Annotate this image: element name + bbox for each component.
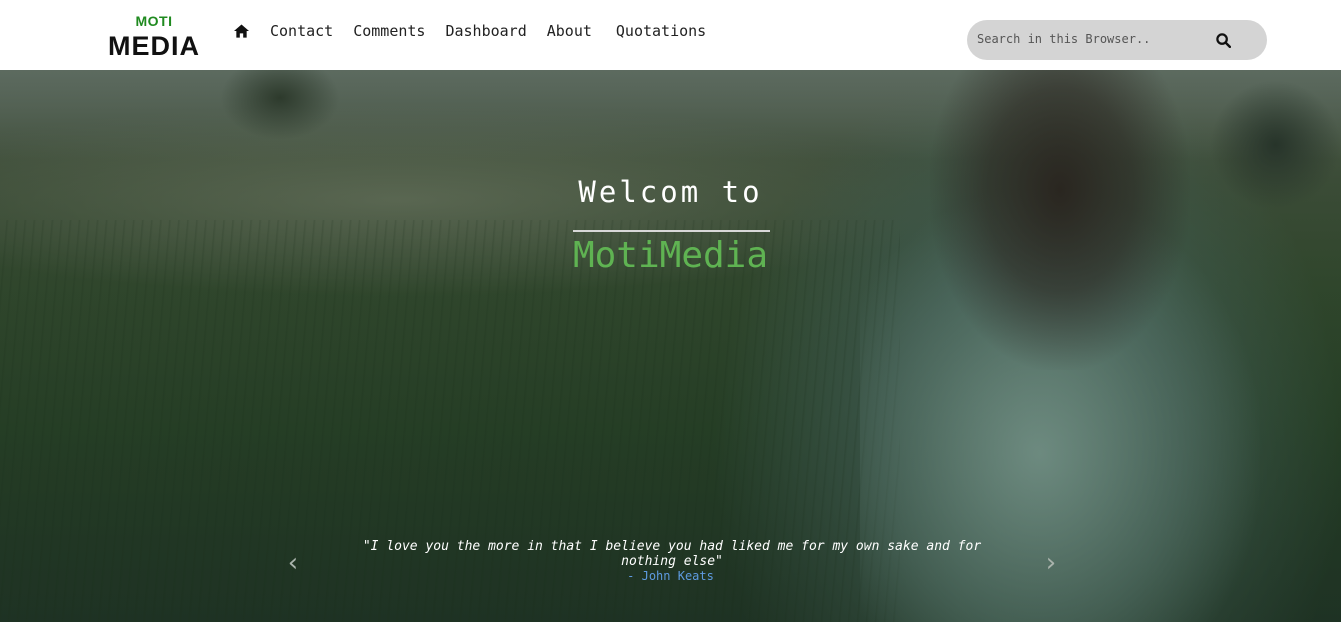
hero-welcome-text: Welcom to (578, 175, 763, 209)
logo-top-text: MOTI (135, 13, 173, 29)
nav-comments[interactable]: Comments (353, 22, 425, 40)
nav-quotations[interactable]: Quotations (616, 22, 706, 40)
main-nav: Contact Comments Dashboard About Quotati… (234, 19, 726, 43)
carousel-quote-author: - John Keats (627, 569, 714, 583)
carousel-quote: "I love you the more in that I believe y… (362, 539, 982, 569)
search-input[interactable] (977, 28, 1207, 50)
hero-brand-title: MotiMedia (572, 235, 769, 276)
carousel-next-arrow[interactable]: › (1041, 548, 1061, 578)
search-bar (967, 20, 1267, 60)
nav-dashboard[interactable]: Dashboard (445, 22, 526, 40)
nav-contact[interactable]: Contact (270, 22, 333, 40)
home-icon[interactable] (234, 22, 252, 40)
search-icon[interactable] (1213, 30, 1233, 50)
hero-divider (573, 230, 770, 232)
logo-bottom-text: MEDIA (108, 31, 200, 61)
site-logo[interactable]: MOTI MEDIA (106, 12, 202, 62)
hero-carousel: Welcom to MotiMedia ‹ "I love you the mo… (0, 70, 1341, 622)
nav-about[interactable]: About (547, 22, 592, 40)
hero-background-tree (220, 70, 340, 140)
site-header: MOTI MEDIA Contact Comments Dashboard Ab… (0, 0, 1341, 70)
hero-background-girl-hair (930, 70, 1190, 370)
